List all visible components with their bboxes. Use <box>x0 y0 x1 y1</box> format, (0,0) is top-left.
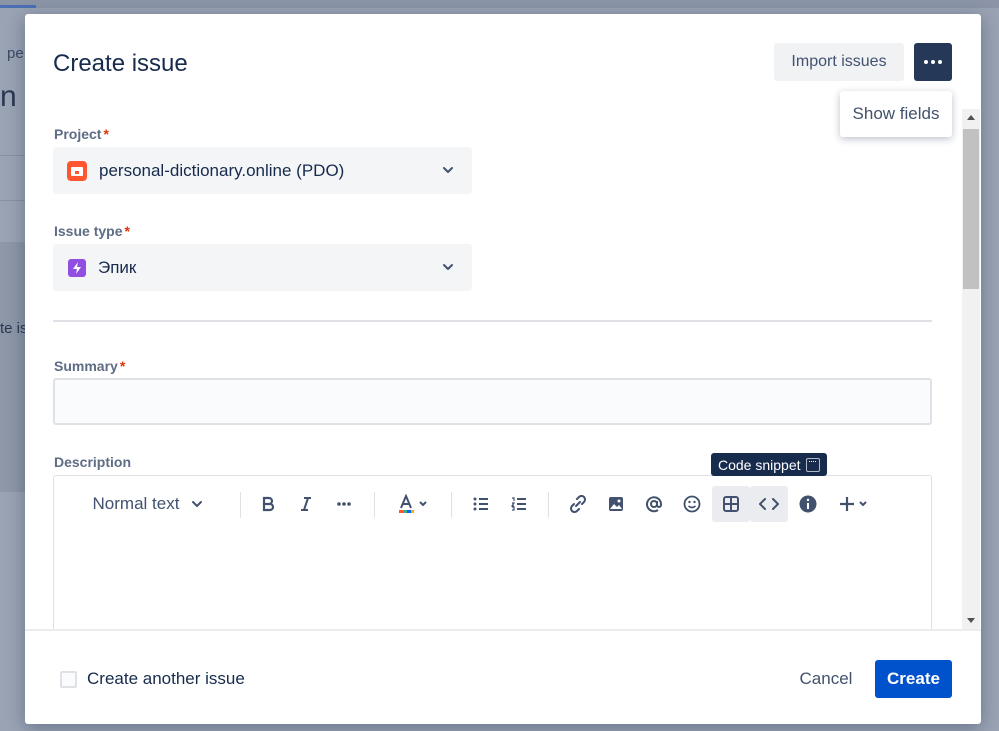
project-avatar-icon <box>67 160 87 181</box>
mention-button[interactable] <box>636 486 672 522</box>
issue-type-select-value: Эпик <box>98 257 137 277</box>
dialog-footer: Create another issue Cancel Create <box>25 629 981 724</box>
epic-icon <box>68 258 86 277</box>
scrollbar-thumb[interactable] <box>963 129 979 289</box>
chevron-down-icon <box>418 501 427 507</box>
italic-button[interactable] <box>288 486 324 522</box>
summary-input[interactable] <box>53 378 932 425</box>
info-icon <box>799 495 817 513</box>
project-select-value: personal-dictionary.online (PDO) <box>99 160 345 180</box>
chevron-down-icon <box>443 167 453 173</box>
code-icon <box>759 498 779 510</box>
link-icon <box>569 495 587 513</box>
link-button[interactable] <box>560 486 596 522</box>
summary-label: Summary * <box>54 358 126 374</box>
create-another-checkbox[interactable] <box>60 671 77 688</box>
italic-icon <box>301 497 311 511</box>
form-scrollbar[interactable] <box>962 109 980 629</box>
emoji-icon <box>683 495 701 513</box>
cancel-button[interactable]: Cancel <box>790 660 862 698</box>
emoji-button[interactable] <box>674 486 710 522</box>
code-snippet-tooltip: Code snippet <box>711 453 827 476</box>
dialog-title: Create issue <box>53 50 188 77</box>
more-formatting-button[interactable] <box>326 486 362 522</box>
more-horizontal-icon <box>924 60 928 64</box>
create-another-label[interactable]: Create another issue <box>87 669 245 689</box>
chevron-down-icon <box>443 264 453 270</box>
issue-type-select[interactable]: Эпик <box>53 244 472 291</box>
description-label: Description <box>54 454 132 470</box>
show-fields-menu-item[interactable]: Show fields <box>840 91 952 137</box>
numbered-list-button[interactable] <box>501 486 537 522</box>
issue-type-label: Issue type * <box>54 223 130 239</box>
form-divider <box>53 320 932 322</box>
table-button[interactable] <box>712 486 750 522</box>
bullet-list-icon <box>473 497 488 511</box>
info-panel-button[interactable] <box>790 486 826 522</box>
background-breadcrumb: pe <box>7 45 24 62</box>
background-topbar <box>0 0 999 8</box>
text-color-icon <box>398 494 414 513</box>
mention-icon <box>646 496 662 513</box>
more-horizontal-icon <box>337 502 351 506</box>
scroll-up-icon[interactable] <box>967 115 975 120</box>
form-scroll-area[interactable]: Project * personal-dictionary.online (PDO… <box>25 109 981 629</box>
image-button[interactable] <box>598 486 634 522</box>
description-editor[interactable]: Normal text <box>53 475 932 629</box>
background-side-text: te is <box>0 320 28 337</box>
chevron-down-icon <box>858 501 867 507</box>
bullet-list-button[interactable] <box>463 486 499 522</box>
insert-more-button[interactable] <box>830 486 876 522</box>
bold-button[interactable] <box>250 486 286 522</box>
project-select[interactable]: personal-dictionary.online (PDO) <box>53 147 472 194</box>
code-snippet-button[interactable] <box>750 486 788 522</box>
text-style-dropdown[interactable]: Normal text <box>84 486 212 522</box>
numbered-list-icon <box>511 497 526 511</box>
more-options-button[interactable] <box>914 43 952 81</box>
scroll-down-icon[interactable] <box>967 618 975 623</box>
image-icon <box>609 497 623 511</box>
create-button[interactable]: Create <box>875 660 952 698</box>
editor-toolbar: Normal text <box>54 484 931 524</box>
project-label: Project * <box>54 126 109 142</box>
chevron-down-icon <box>192 501 203 508</box>
bold-icon <box>262 496 275 512</box>
import-issues-button[interactable]: Import issues <box>774 43 904 81</box>
create-issue-dialog: Create issue Import issues Show fields P… <box>25 14 981 724</box>
table-icon <box>723 496 739 512</box>
text-color-button[interactable] <box>390 486 434 522</box>
keyboard-shortcut-icon <box>805 457 820 472</box>
plus-icon <box>839 497 854 511</box>
